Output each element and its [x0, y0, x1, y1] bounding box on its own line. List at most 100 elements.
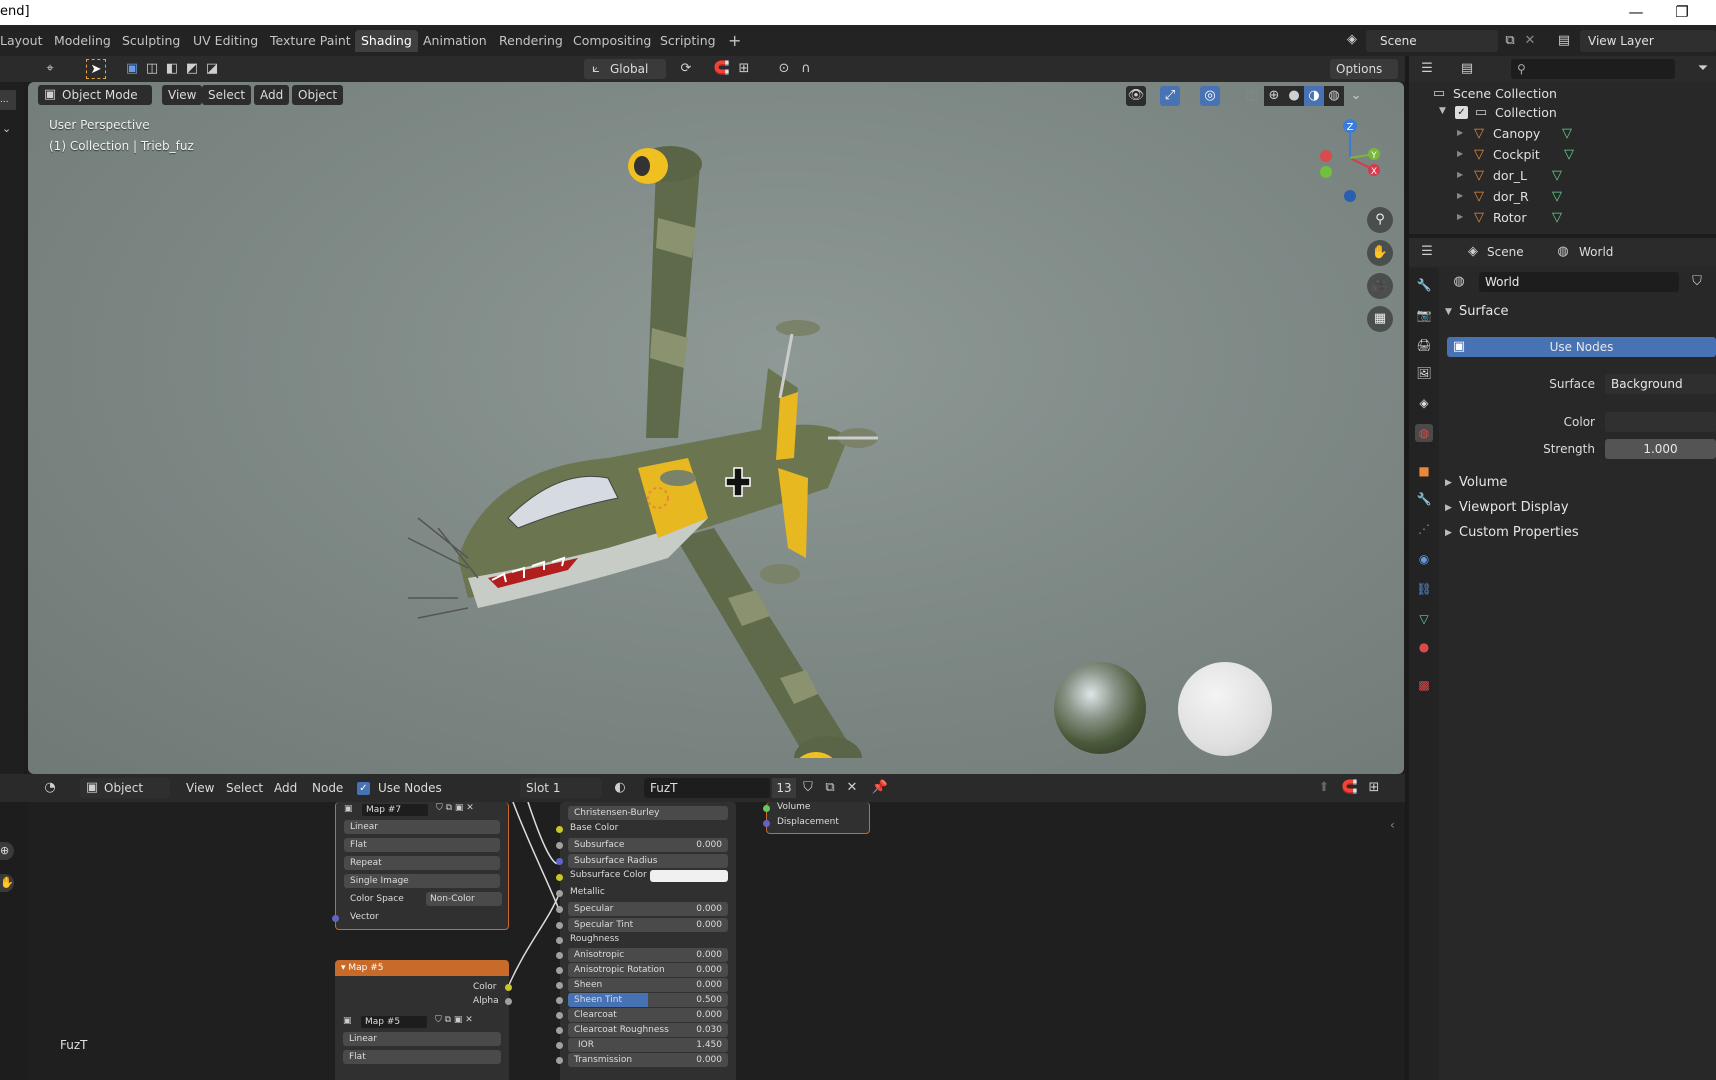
volume-panel-header[interactable]: Volume — [1459, 475, 1507, 490]
viewport-display-expand-icon[interactable]: ▶ — [1445, 503, 1452, 513]
add-workspace-button[interactable]: + — [722, 30, 747, 52]
scene-selector-icon[interactable]: ◈ — [1342, 30, 1362, 50]
bsdf-subsurface-field[interactable]: Subsurface 0.000 — [568, 838, 728, 852]
map5-image-browse-icon[interactable]: ▣ — [343, 1016, 357, 1028]
image-texture-node-map7[interactable]: ▣ Map #7 ⛉ ⧉ ▣ ✕ Linear Flat Repeat Sing… — [332, 802, 509, 930]
bsdf-base-color-socket[interactable] — [556, 826, 563, 833]
cockpit-expand-icon[interactable]: ▶ — [1457, 149, 1463, 158]
volume-panel-expand-icon[interactable]: ▶ — [1445, 478, 1452, 488]
map7-extension-dropdown[interactable]: Repeat — [344, 856, 500, 870]
tab-rendering[interactable]: Rendering — [493, 30, 569, 52]
falloff-icon[interactable]: ∩ — [796, 59, 816, 79]
rotor-expand-icon[interactable]: ▶ — [1457, 212, 1463, 221]
new-scene-icon[interactable]: ⧉ — [1500, 31, 1520, 51]
breadcrumb-scene[interactable]: Scene — [1483, 242, 1528, 262]
cockpit-mesh-icon[interactable]: ▽ — [1559, 145, 1579, 165]
dor-r-expand-icon[interactable]: ▶ — [1457, 191, 1463, 200]
outliner-item-rotor[interactable]: Rotor — [1493, 208, 1526, 228]
image-texture-node-map5[interactable]: ▾ Map #5 Color Alpha ▣ Map #5 ⛉ ⧉ ▣ ✕ Li… — [335, 960, 512, 1080]
viewport-display-panel-header[interactable]: Viewport Display — [1459, 500, 1569, 515]
bsdf-roughness-socket[interactable] — [556, 937, 563, 944]
neg-z-axis-handle[interactable] — [1344, 190, 1356, 202]
modifier-tab-icon[interactable]: 🔧 — [1415, 490, 1433, 508]
zoom-icon[interactable]: ⚲ — [1367, 207, 1393, 233]
overlay-toggle-icon[interactable]: ◎ — [1200, 86, 1220, 106]
map7-colorspace-dropdown[interactable]: Non-Color — [426, 892, 502, 906]
data-tab-icon[interactable]: ▽ — [1415, 610, 1433, 628]
bsdf-clearcoat-roughness-socket[interactable] — [556, 1027, 563, 1034]
camera-view-icon[interactable]: 🎥 — [1367, 273, 1393, 299]
principled-bsdf-node[interactable]: Christensen-Burley Base Color Subsurface… — [556, 802, 736, 1080]
output-displacement-socket[interactable] — [763, 820, 770, 827]
select-extend-icon[interactable]: ◫ — [142, 59, 162, 79]
select-intersect-icon[interactable]: ◪ — [202, 59, 222, 79]
bsdf-ior-field[interactable]: IOR 1.450 — [568, 1038, 728, 1052]
map7-source-dropdown[interactable]: Single Image — [344, 874, 500, 888]
bsdf-subsurface-socket[interactable] — [556, 842, 563, 849]
node-select-menu[interactable]: Select — [222, 778, 267, 798]
material-users-count[interactable]: 13 — [772, 778, 796, 798]
map7-image-actions-icon[interactable]: ⛉ ⧉ ▣ ✕ — [436, 803, 474, 813]
bsdf-anisotropic-rotation-socket[interactable] — [556, 967, 563, 974]
map5-interpolation-dropdown[interactable]: Linear — [343, 1032, 501, 1046]
3d-viewport[interactable]: Object Mode ▣ View Select Add Object Use… — [28, 82, 1404, 774]
bsdf-clearcoat-field[interactable]: Clearcoat 0.000 — [568, 1008, 728, 1022]
pin-icon[interactable]: 📌 — [870, 778, 890, 798]
surface-panel-expand-icon[interactable]: ▼ — [1445, 307, 1452, 317]
collection-expand-icon[interactable]: ▼ — [1439, 106, 1446, 116]
tab-scripting[interactable]: Scripting — [654, 30, 722, 52]
tool-tab-icon[interactable]: 🔧 — [1415, 276, 1433, 294]
scene-field[interactable]: Scene — [1366, 30, 1498, 52]
particles-tab-icon[interactable]: ⋰ — [1415, 520, 1433, 538]
map7-projection-dropdown[interactable]: Flat — [344, 838, 500, 852]
scene-collection-row[interactable]: Scene Collection — [1453, 84, 1557, 104]
tab-animation[interactable]: Animation — [417, 30, 493, 52]
world-name-field[interactable]: World — [1479, 272, 1679, 292]
bsdf-transmission-socket[interactable] — [556, 1057, 563, 1064]
view-layer-tab-icon[interactable]: 🖼 — [1415, 364, 1433, 382]
canopy-expand-icon[interactable]: ▶ — [1457, 128, 1463, 137]
world-browse-icon[interactable]: ◍ — [1449, 272, 1469, 292]
material-preview-icon[interactable]: ◑ — [1304, 86, 1324, 106]
map5-color-socket[interactable] — [505, 984, 512, 991]
map5-alpha-socket[interactable] — [505, 998, 512, 1005]
bsdf-subsurface-color-swatch[interactable] — [650, 870, 728, 882]
aircraft-model[interactable] — [408, 138, 988, 758]
restore-button[interactable]: ❐ — [1668, 2, 1696, 22]
view-layer-icon[interactable]: ▤ — [1554, 31, 1574, 51]
outliner-editor-type-icon[interactable]: ☰ — [1417, 59, 1437, 79]
bsdf-sheen-field[interactable]: Sheen 0.000 — [568, 978, 728, 992]
navigation-gizmo[interactable]: Z Y X — [1308, 116, 1404, 206]
output-volume-socket[interactable] — [763, 805, 770, 812]
bsdf-clearcoat-socket[interactable] — [556, 1012, 563, 1019]
pan-hand-icon[interactable]: ✋ — [1367, 240, 1393, 266]
toolbar-dropdown-icon[interactable]: ⌄ — [2, 122, 11, 135]
surface-shader-dropdown[interactable]: Background — [1605, 374, 1716, 394]
bsdf-specular-socket[interactable] — [556, 906, 563, 913]
rotor-mesh-icon[interactable]: ▽ — [1547, 208, 1567, 228]
bsdf-sheen-socket[interactable] — [556, 982, 563, 989]
output-tab-icon[interactable]: 🖨 — [1415, 336, 1433, 354]
select-menu[interactable]: Select — [202, 85, 252, 105]
bsdf-subsurface-radius-socket[interactable] — [556, 858, 563, 865]
node-editor-type-icon[interactable]: ◔ — [40, 778, 60, 798]
bsdf-ior-socket[interactable] — [556, 1042, 563, 1049]
world-fake-user-icon[interactable]: ⛉ — [1687, 272, 1707, 292]
node-snap-icon[interactable]: 🧲 — [1340, 778, 1360, 798]
material-slot-dropdown[interactable]: Slot 1 — [520, 778, 602, 798]
map5-image-actions-icon[interactable]: ⛉ ⧉ ▣ ✕ — [435, 1015, 473, 1025]
bsdf-anisotropic-rotation-field[interactable]: Anisotropic Rotation 0.000 — [568, 963, 728, 977]
toolbar-tool-icon[interactable]: ... — [0, 90, 16, 110]
add-menu[interactable]: Add — [254, 85, 290, 105]
bsdf-metallic-socket[interactable] — [556, 890, 563, 897]
wireframe-shading-icon[interactable]: ⊕ — [1264, 86, 1284, 106]
snap-icon[interactable]: 🧲 — [712, 59, 732, 79]
options-dropdown[interactable]: Options — [1330, 59, 1398, 79]
rendered-shading-icon[interactable]: ◍ — [1324, 86, 1344, 106]
node-pan-icon[interactable]: ✋ — [0, 874, 14, 892]
bsdf-anisotropic-socket[interactable] — [556, 952, 563, 959]
object-menu[interactable]: Object — [292, 85, 344, 105]
tab-compositing[interactable]: Compositing — [567, 30, 657, 52]
collection-visibility-checkbox[interactable]: ✓ — [1455, 106, 1468, 119]
node-view-menu[interactable]: View — [182, 778, 218, 798]
